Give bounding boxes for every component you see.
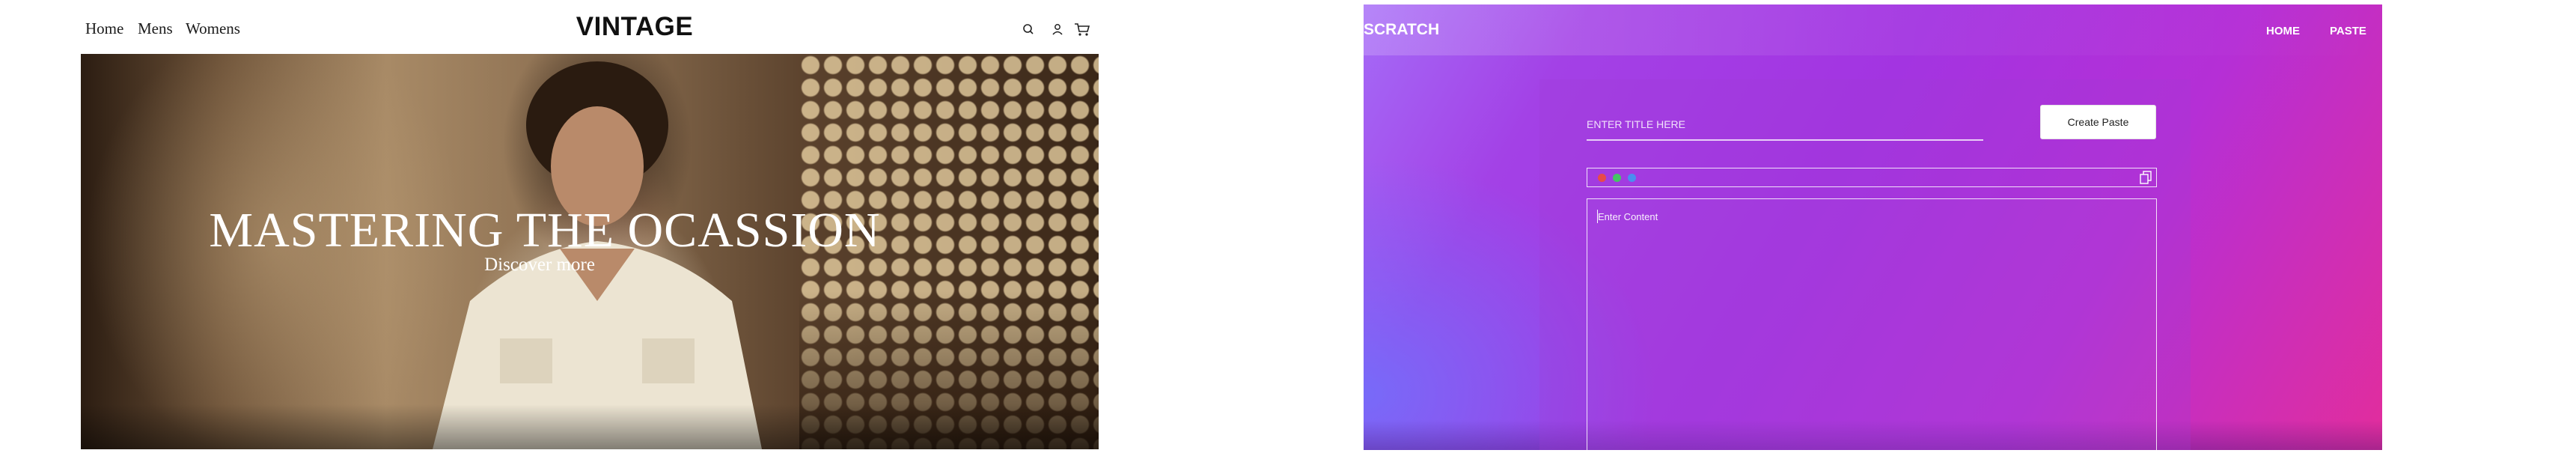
account-icon[interactable] xyxy=(1049,21,1066,37)
vintage-store-window: Home Mens Womens VINTAGE MASTERING THE O… xyxy=(81,0,1099,449)
content-placeholder: Enter Content xyxy=(1598,211,1658,222)
scratch-brand[interactable]: SCRATCH xyxy=(1364,21,1439,39)
vintage-navbar: Home Mens Womens VINTAGE xyxy=(81,0,1099,54)
editor-toolbar xyxy=(1587,168,2157,187)
paste-content-textarea[interactable]: Enter Content xyxy=(1587,198,2157,450)
green-dot-icon xyxy=(1613,174,1621,182)
search-icon[interactable] xyxy=(1021,21,1037,37)
hero-discover-link[interactable]: Discover more xyxy=(81,255,1049,276)
hero-banner: MASTERING THE OCASSION Discover more xyxy=(81,54,1099,449)
create-paste-button[interactable]: Create Paste xyxy=(2040,105,2156,139)
scratch-header: SCRATCH HOME PASTE xyxy=(1364,4,2382,55)
nav-link-womens[interactable]: Womens xyxy=(186,19,240,38)
nav-link-home[interactable]: Home xyxy=(85,19,123,38)
hero-title: MASTERING THE OCASSION xyxy=(209,203,881,258)
copy-icon[interactable] xyxy=(2140,171,2152,184)
scratch-app-window: SCRATCH HOME PASTE Create Paste Enter Co… xyxy=(1364,4,2382,450)
vintage-logo[interactable]: VINTAGE xyxy=(564,12,706,42)
paste-title-input[interactable] xyxy=(1587,109,1983,141)
nav-link-mens[interactable]: Mens xyxy=(138,19,173,38)
nav-home[interactable]: HOME xyxy=(2266,25,2300,37)
red-dot-icon xyxy=(1598,174,1606,182)
hero-bottom-shade xyxy=(81,404,1099,449)
cart-icon[interactable] xyxy=(1073,21,1090,37)
nav-paste[interactable]: PASTE xyxy=(2330,25,2366,37)
blue-dot-icon xyxy=(1628,174,1636,182)
